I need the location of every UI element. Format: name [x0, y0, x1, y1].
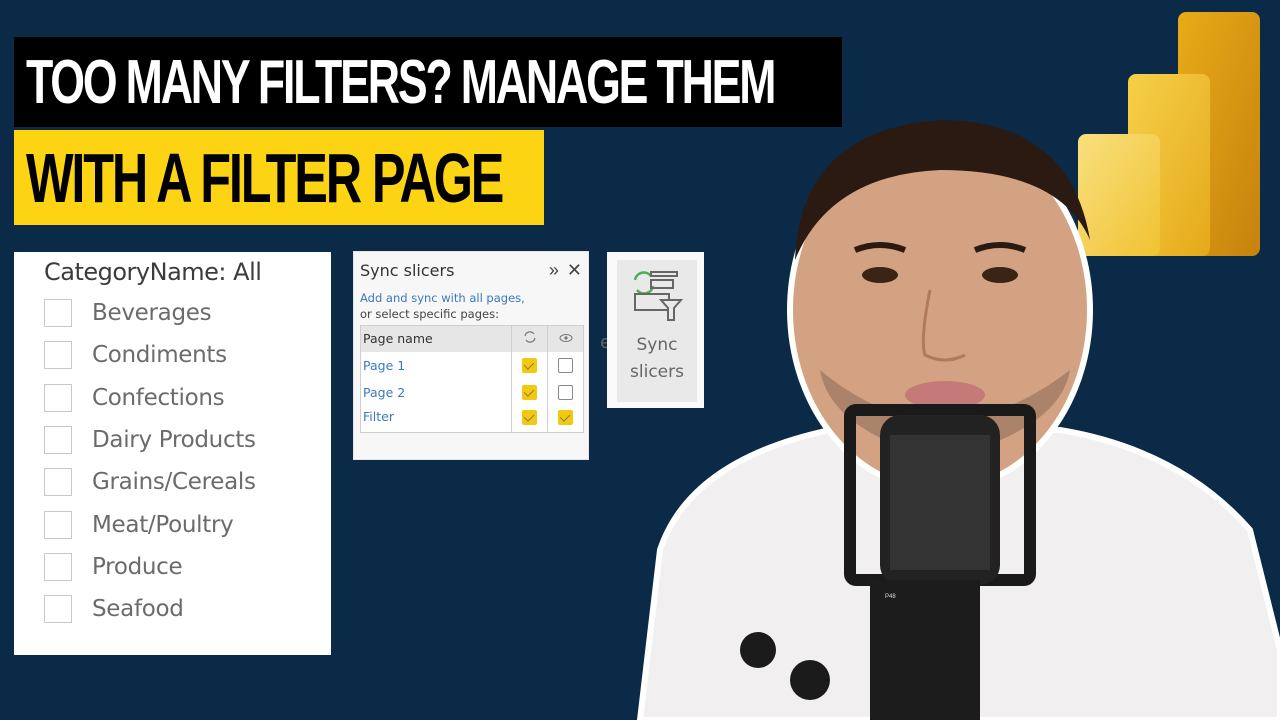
slicer-checkbox[interactable]: [44, 468, 72, 497]
slicer-checkbox[interactable]: [44, 510, 72, 539]
svg-text:P48: P48: [885, 594, 896, 600]
page-name-cell[interactable]: Page 2: [361, 379, 512, 406]
slicer-item[interactable]: Beverages: [44, 292, 331, 334]
sync-checkbox[interactable]: [522, 409, 537, 425]
table-header-row: Page name: [360, 325, 584, 352]
add-sync-all-pages-link[interactable]: Add and sync with all pages,: [360, 291, 582, 305]
page-name-header: Page name: [360, 325, 512, 352]
category-slicer: CategoryName: All Beverages Condiments Con…: [14, 252, 331, 655]
sync-cell: [511, 378, 548, 406]
slicer-item[interactable]: Condiments: [44, 334, 331, 376]
slicer-checkbox[interactable]: [44, 299, 72, 328]
slicer-item-label: Grains/Cereals: [92, 469, 256, 496]
title-banner-bottom: WITH A FILTER PAGE: [14, 130, 544, 225]
visible-checkbox[interactable]: [558, 358, 573, 373]
slicer-item-label: Seafood: [92, 596, 184, 623]
sync-cell: [511, 351, 548, 379]
slicer-item-label: Confections: [92, 384, 225, 411]
visible-column-header: [547, 325, 584, 352]
sync-cell: [511, 405, 548, 433]
slicer-item-label: Meat/Poultry: [92, 511, 234, 538]
slicer-checkbox[interactable]: [44, 341, 72, 370]
sync-icon: [523, 331, 536, 343]
slicer-checkbox[interactable]: [44, 426, 72, 455]
visible-cell: [547, 351, 584, 379]
slicer-list: Beverages Condiments Confections Dairy Prod…: [44, 292, 331, 630]
page-name-cell[interactable]: Page 1: [361, 352, 512, 379]
slicer-checkbox[interactable]: [44, 552, 72, 581]
slicer-checkbox[interactable]: [44, 595, 72, 624]
sync-table-row: Page 1: [361, 351, 584, 379]
sync-table-body: Page 1 Page 2 Filter: [361, 351, 584, 433]
slicer-checkbox[interactable]: [44, 383, 72, 412]
sync-pane-title: Sync slicers: [360, 260, 455, 280]
sync-column-header: [511, 325, 548, 352]
slicer-item-label: Dairy Products: [92, 427, 256, 454]
sync-checkbox[interactable]: [522, 385, 537, 400]
double-chevron-right-icon[interactable]: »: [549, 261, 559, 279]
presenter-photo: P48: [636, 120, 1280, 720]
visible-cell: [547, 378, 584, 406]
sync-pane-header: Sync slicers » ✕: [360, 258, 582, 282]
visible-cell: [547, 405, 584, 433]
visible-checkbox[interactable]: [558, 385, 573, 400]
slicer-item[interactable]: Dairy Products: [44, 419, 331, 461]
slicer-title: CategoryName: All: [44, 258, 262, 286]
close-icon[interactable]: ✕: [567, 261, 582, 279]
sync-pages-table: Page name Page 1 Page 2 Filter: [360, 325, 584, 433]
slicer-item-label: Produce: [92, 553, 183, 580]
sync-table-row: Page 2: [361, 378, 584, 406]
sync-slicers-pane: Sync slicers » ✕ Add and sync with all p…: [353, 251, 589, 460]
slicer-item-label: Beverages: [92, 300, 212, 327]
slicer-item[interactable]: Meat/Poultry: [44, 503, 331, 545]
slicer-item[interactable]: Seafood: [44, 588, 331, 630]
page-name-cell[interactable]: Filter: [361, 406, 512, 433]
slicer-item[interactable]: Produce: [44, 546, 331, 588]
eye-icon: [559, 334, 572, 343]
slicer-item[interactable]: Confections: [44, 377, 331, 419]
sync-description: or select specific pages:: [360, 307, 499, 321]
sync-checkbox[interactable]: [522, 358, 537, 373]
visible-checkbox[interactable]: [558, 409, 573, 425]
title-text-line-2: WITH A FILTER PAGE: [26, 138, 504, 217]
slicer-item-label: Condiments: [92, 342, 227, 369]
slicer-item[interactable]: Grains/Cereals: [44, 461, 331, 503]
sync-table-row: Filter: [361, 405, 584, 433]
